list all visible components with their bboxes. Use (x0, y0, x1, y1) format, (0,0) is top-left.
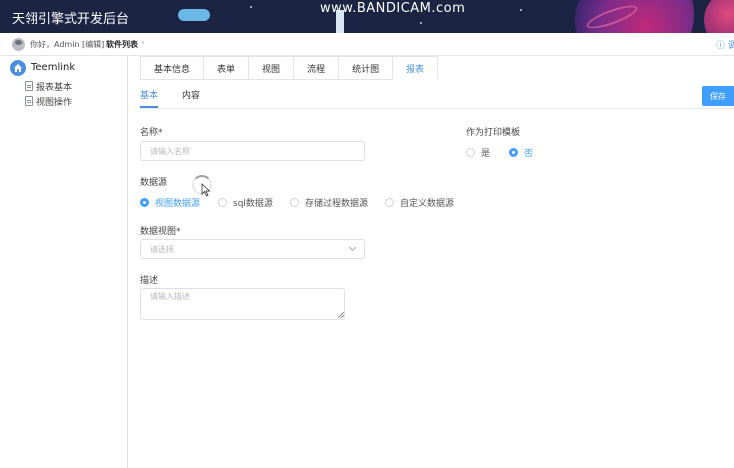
radio-label: 是 (481, 149, 491, 159)
print-template-label: 作为打印模板 (466, 128, 521, 138)
radio-circle (140, 198, 149, 207)
name-label: 名称* (140, 128, 163, 138)
top-right-link[interactable]: ⓘ 调 (716, 38, 734, 51)
sidebar-item-report-basic[interactable]: 报表基本 (25, 80, 73, 93)
name-input[interactable] (140, 141, 365, 161)
avatar[interactable] (12, 38, 25, 51)
main-tabs: 基本信息 表单 视图 流程 统计图 报表 (140, 56, 439, 80)
radio-label: 存储过程数据源 (305, 199, 369, 209)
save-button[interactable]: 保存 (702, 86, 734, 106)
star-decoration (250, 6, 252, 8)
top-bar: 你好，Admin [编辑] 软件列表 › ⓘ 调 (0, 33, 734, 56)
radio-circle (290, 198, 299, 207)
document-icon (25, 81, 33, 91)
tab-report[interactable]: 报表 (392, 56, 439, 80)
tab-form[interactable]: 表单 (203, 56, 249, 80)
user-greeting[interactable]: 你好，Admin [编辑] (30, 39, 104, 50)
resize-handle-icon[interactable] (338, 312, 344, 318)
subtab-divider (140, 108, 734, 109)
recorder-watermark: www.BANDICAM.com (320, 1, 466, 16)
app-header: 天翎引擎式开发后台 www.BANDICAM.com (0, 0, 734, 33)
mouse-cursor-icon (201, 183, 211, 197)
home-icon[interactable] (10, 60, 26, 76)
description-label: 描述 (140, 276, 159, 286)
chevron-right-icon: › (141, 38, 145, 48)
subtab-content[interactable]: 内容 (182, 89, 200, 109)
tab-basic-info[interactable]: 基本信息 (140, 56, 204, 80)
tree-root-label[interactable]: Teemlink (31, 62, 75, 73)
tab-view[interactable]: 视图 (248, 56, 294, 80)
datasource-custom-radio[interactable]: 自定义数据源 (385, 196, 454, 209)
radio-label: 视图数据源 (155, 199, 201, 209)
airship-decoration (178, 9, 210, 21)
sidebar-item-view-operation[interactable]: 视图操作 (25, 95, 73, 108)
radio-label: sql数据源 (233, 199, 273, 209)
radio-label: 自定义数据源 (400, 199, 455, 209)
sidebar-item-label: 视图操作 (36, 97, 73, 108)
tab-chart[interactable]: 统计图 (338, 56, 393, 80)
datasource-procedure-radio[interactable]: 存储过程数据源 (290, 196, 368, 209)
planet-decoration (704, 0, 734, 33)
radio-circle (385, 198, 394, 207)
tab-workflow[interactable]: 流程 (293, 56, 339, 80)
subtab-basic[interactable]: 基本 (140, 89, 159, 109)
radio-circle (466, 148, 475, 157)
star-decoration (420, 22, 422, 24)
datasource-label: 数据源 (140, 178, 168, 188)
radio-circle (218, 198, 227, 207)
app-title: 天翎引擎式开发后台 (12, 12, 130, 27)
print-template-yes-radio[interactable]: 是 (466, 146, 490, 159)
radio-label: 否 (524, 149, 534, 159)
data-view-label: 数据视图* (140, 227, 181, 237)
star-decoration (520, 9, 522, 11)
document-icon (25, 96, 33, 106)
datasource-view-radio[interactable]: 视图数据源 (140, 196, 200, 209)
sidebar-item-label: 报表基本 (36, 82, 73, 93)
radio-circle (509, 148, 518, 157)
datasource-sql-radio[interactable]: sql数据源 (218, 196, 273, 209)
breadcrumb-software-list[interactable]: 软件列表 (106, 39, 138, 50)
sidebar: Teemlink 报表基本 视图操作 (0, 56, 128, 468)
print-template-no-radio[interactable]: 否 (509, 146, 533, 159)
data-view-select[interactable] (140, 239, 365, 259)
description-textarea[interactable] (140, 288, 345, 320)
